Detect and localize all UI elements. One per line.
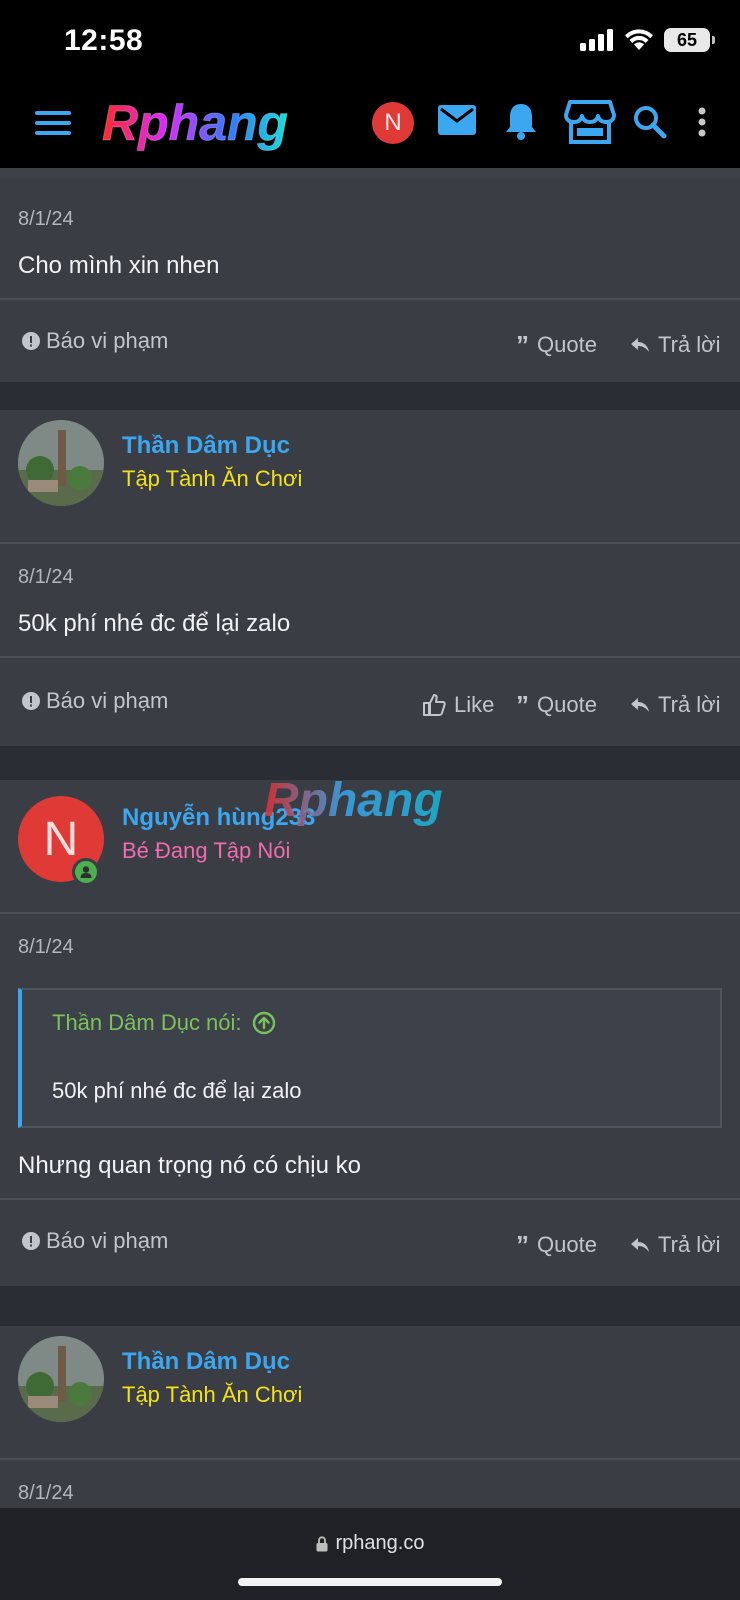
alert-icon — [22, 1232, 40, 1250]
divider — [0, 1458, 740, 1460]
report-label: Báo vi phạm — [46, 328, 169, 353]
quote-icon: ” — [516, 690, 529, 720]
home-indicator[interactable] — [238, 1578, 502, 1586]
reply-label: Trả lời — [658, 692, 721, 717]
user-title: Bé Đang Tập Nói — [122, 838, 291, 863]
divider — [0, 656, 740, 658]
bell-icon[interactable] — [502, 100, 540, 142]
browser-bottom-bar: rphang.co — [0, 1508, 740, 1600]
address-bar[interactable]: rphang.co — [0, 1532, 740, 1555]
user-title: Tập Tành Ăn Chơi — [122, 466, 303, 491]
online-status-icon — [72, 858, 100, 886]
thumbs-up-icon — [423, 694, 446, 716]
quote-label: Quote — [537, 1232, 597, 1257]
divider — [0, 298, 740, 300]
post-message: 50k phí nhé đc để lại zalo — [18, 610, 291, 637]
like-label: Like — [454, 692, 495, 717]
report-label: Báo vi phạm — [46, 1228, 169, 1253]
url-text: rphang.co — [335, 1532, 425, 1554]
alert-icon — [22, 692, 40, 710]
watermark-logo: Rphang — [264, 774, 443, 827]
thread-content: 8/1/24 Cho mình xin nhen Báo vi phạm ” Q… — [0, 168, 740, 1508]
site-logo[interactable]: Rphang — [98, 92, 330, 156]
status-bar: 12:58 65 — [0, 0, 740, 80]
quote-icon: ” — [516, 1230, 529, 1260]
quote-block: Thần Dâm Dục nói: 50k phí nhé đc để lại … — [18, 988, 722, 1128]
quote-label: Quote — [537, 332, 597, 357]
quote-text: 50k phí nhé đc để lại zalo — [52, 1078, 302, 1103]
post-message: Cho mình xin nhen — [18, 252, 220, 279]
post-date: 8/1/24 — [18, 1482, 74, 1504]
mail-icon[interactable] — [436, 102, 478, 138]
reply-icon — [631, 338, 649, 352]
report-button[interactable]: Báo vi phạm — [22, 688, 168, 714]
reply-button[interactable]: Trả lời — [630, 332, 721, 358]
status-icons: 65 — [580, 26, 715, 54]
quote-button[interactable]: ” Quote — [516, 692, 597, 718]
reply-icon — [631, 1238, 649, 1252]
report-button[interactable]: Báo vi phạm — [22, 328, 168, 354]
search-icon[interactable] — [632, 104, 668, 140]
user-avatar[interactable] — [18, 420, 104, 506]
reply-button[interactable]: Trả lời — [630, 1232, 721, 1258]
report-label: Báo vi phạm — [46, 688, 169, 713]
user-avatar[interactable] — [18, 1336, 104, 1422]
post-date: 8/1/24 — [18, 936, 74, 958]
like-button[interactable]: Like — [422, 692, 494, 718]
post-card: N Nguyễn hùng233 Bé Đang Tập Nói 8/1/24 … — [0, 780, 740, 1286]
divider — [0, 1198, 740, 1200]
divider — [0, 912, 740, 914]
user-title: Tập Tành Ăn Chơi — [122, 1382, 303, 1407]
post-message: Nhưng quan trọng nó có chịu ko — [18, 1152, 361, 1179]
post-date: 8/1/24 — [18, 566, 74, 588]
watermark-text: Rphang — [264, 774, 443, 827]
reply-icon — [631, 698, 649, 712]
store-icon[interactable] — [564, 98, 616, 146]
quote-author-label: Thần Dâm Dục nói: — [52, 1010, 242, 1035]
arrow-up-circle-icon[interactable] — [252, 1011, 276, 1035]
signal-icon — [580, 29, 613, 51]
user-avatar-button[interactable]: N — [372, 102, 414, 144]
post-card: 8/1/24 Cho mình xin nhen Báo vi phạm ” Q… — [0, 178, 740, 382]
reply-label: Trả lời — [658, 1232, 721, 1257]
quote-author[interactable]: Thần Dâm Dục nói: — [52, 1010, 276, 1036]
reply-label: Trả lời — [658, 332, 721, 357]
quote-icon: ” — [516, 330, 529, 360]
more-options-icon[interactable] — [694, 104, 710, 140]
logo-text: Rphang — [102, 95, 288, 151]
quote-button[interactable]: ” Quote — [516, 1232, 597, 1258]
divider — [0, 168, 740, 178]
report-button[interactable]: Báo vi phạm — [22, 1228, 168, 1254]
divider — [0, 542, 740, 544]
post-date: 8/1/24 — [18, 208, 74, 230]
menu-icon[interactable] — [34, 104, 72, 142]
post-card: Thần Dâm Dục Tập Tành Ăn Chơi 8/1/24 — [0, 1326, 740, 1508]
reply-button[interactable]: Trả lời — [630, 692, 721, 718]
post-author[interactable]: Thần Dâm Dục — [122, 1348, 290, 1376]
post-author[interactable]: Thần Dâm Dục — [122, 432, 290, 460]
lock-icon — [316, 1535, 328, 1551]
quote-label: Quote — [537, 692, 597, 717]
wifi-icon — [625, 29, 653, 50]
battery-indicator: 65 — [664, 28, 715, 52]
quote-button[interactable]: ” Quote — [516, 332, 597, 358]
alert-icon — [22, 332, 40, 350]
post-card: Thần Dâm Dục Tập Tành Ăn Chơi 8/1/24 50k… — [0, 410, 740, 746]
status-time: 12:58 — [64, 24, 144, 57]
